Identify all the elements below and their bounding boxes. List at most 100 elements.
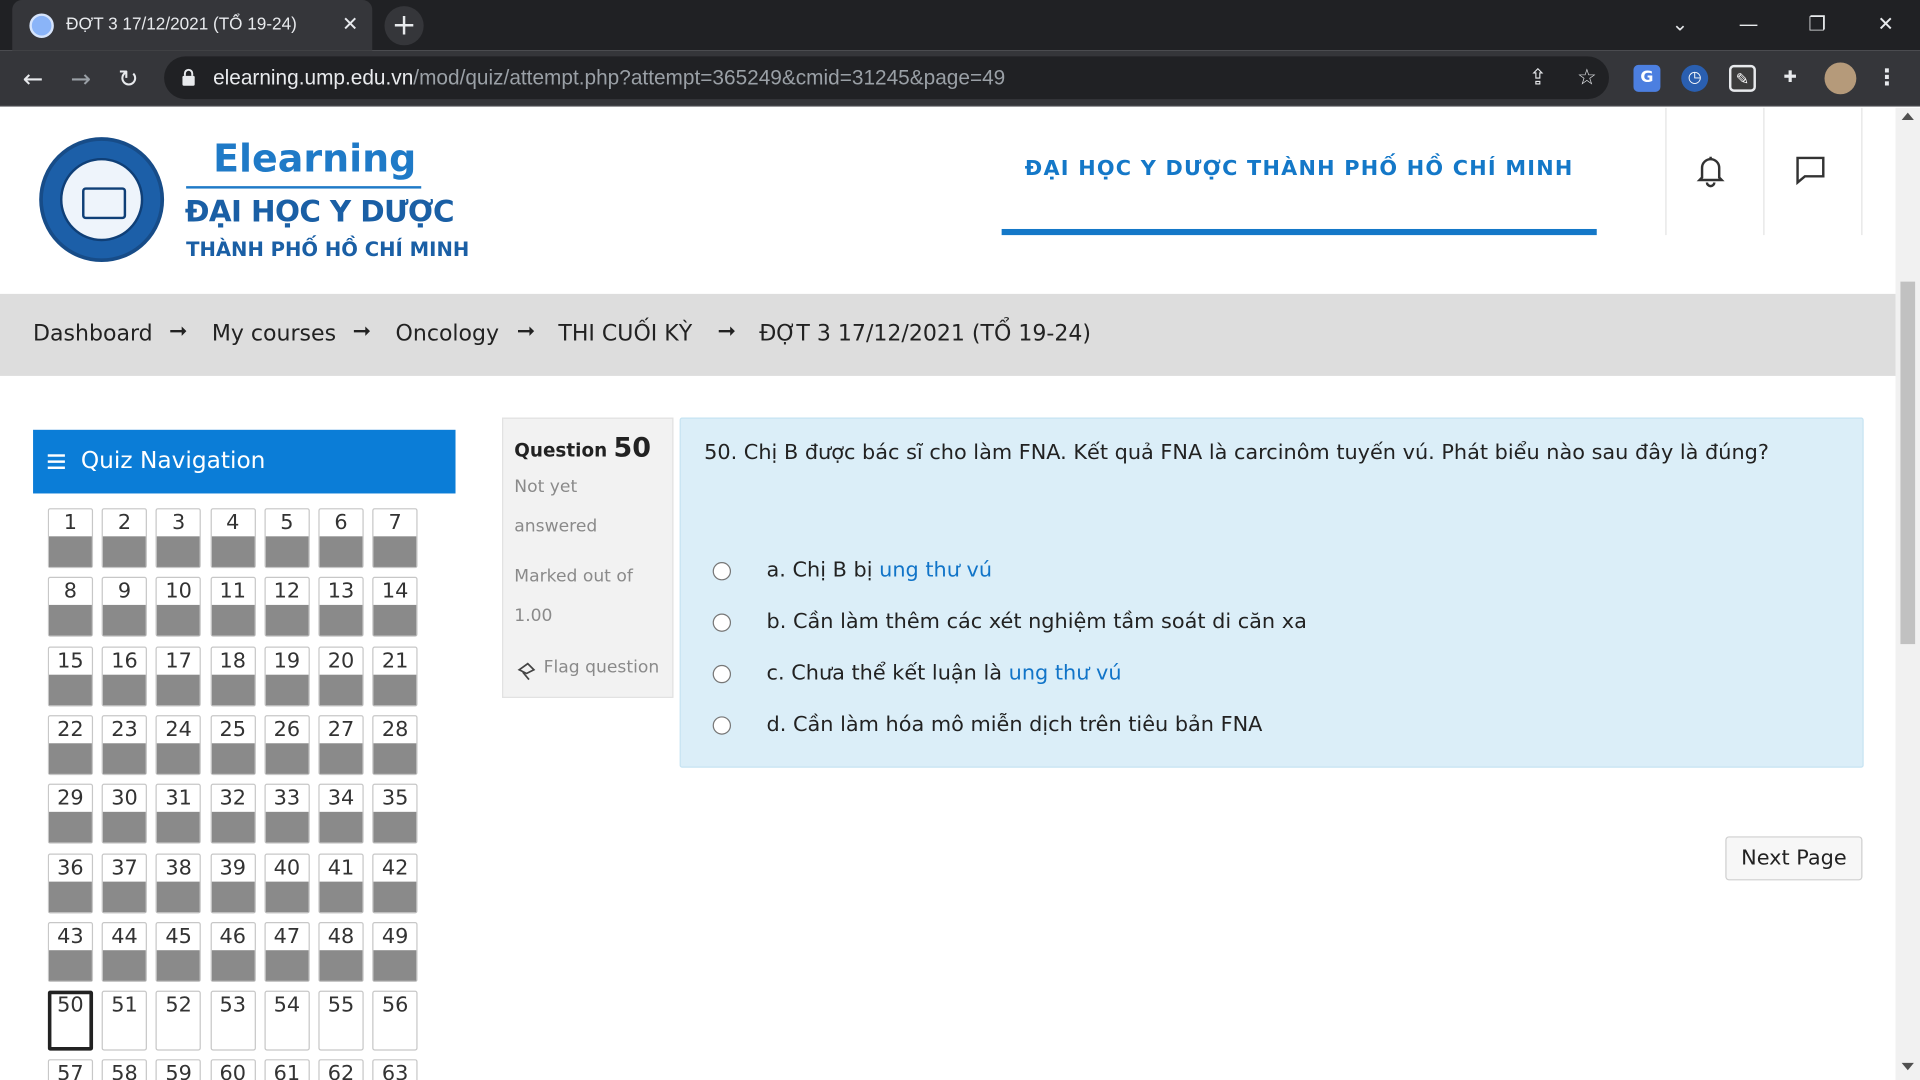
quiz-nav-question-button[interactable]: 9 [101, 577, 148, 638]
breadcrumb-current-quiz[interactable]: ĐỢT 3 17/12/2021 (TỔ 19-24) [759, 321, 1091, 347]
quiz-nav-question-button[interactable]: 8 [47, 577, 94, 638]
quiz-nav-question-button[interactable]: 46 [210, 921, 256, 982]
brand-title[interactable]: Elearning [213, 137, 416, 181]
quiz-nav-question-button[interactable]: 55 [318, 990, 364, 1051]
quiz-nav-question-button[interactable]: 30 [101, 783, 148, 844]
quiz-nav-question-button[interactable]: 44 [101, 921, 148, 982]
breadcrumb-final-exam[interactable]: THI CUỐI KỲ [558, 321, 692, 347]
bookmark-star-icon[interactable]: ☆ [1572, 64, 1601, 93]
quiz-nav-question-button[interactable]: 60 [210, 1059, 256, 1080]
quiz-nav-question-button[interactable]: 62 [318, 1059, 364, 1080]
quiz-nav-question-button[interactable]: 42 [372, 852, 418, 913]
quiz-nav-question-button[interactable]: 50 [47, 990, 94, 1051]
quiz-nav-question-button[interactable]: 58 [101, 1059, 148, 1080]
university-name-tab[interactable]: ĐẠI HỌC Y DƯỢC THÀNH PHỐ HỒ CHÍ MINH [1002, 157, 1597, 181]
answer-label[interactable]: b. Cần làm thêm các xét nghiệm tầm soát … [767, 610, 1307, 634]
scroll-up-icon[interactable] [1901, 112, 1914, 121]
answer-label[interactable]: c. Chưa thể kết luận là ung thư vú [767, 661, 1122, 685]
quiz-nav-question-button[interactable]: 23 [101, 714, 148, 775]
quiz-nav-question-button[interactable]: 22 [47, 714, 94, 775]
glossary-link[interactable]: ung thư vú [1009, 661, 1122, 685]
radio-button[interactable] [712, 562, 732, 581]
tab-search-icon[interactable]: ⌄ [1656, 7, 1705, 41]
quiz-nav-question-button[interactable]: 6 [318, 508, 364, 569]
quiz-nav-question-button[interactable]: 32 [210, 783, 256, 844]
minimize-icon[interactable]: — [1724, 7, 1773, 41]
quiz-nav-question-button[interactable]: 7 [372, 508, 418, 569]
browser-tab[interactable]: ĐỢT 3 17/12/2021 (TỔ 19-24) ✕ [12, 0, 373, 51]
quiz-nav-question-button[interactable]: 57 [47, 1059, 94, 1080]
quiz-nav-question-button[interactable]: 35 [372, 783, 418, 844]
quiz-nav-question-button[interactable]: 14 [372, 577, 418, 638]
scroll-down-icon[interactable] [1901, 1062, 1914, 1071]
quiz-nav-question-button[interactable]: 45 [155, 921, 202, 982]
quiz-nav-question-button[interactable]: 11 [210, 577, 256, 638]
radio-button[interactable] [712, 716, 732, 735]
new-tab-button[interactable]: + [384, 6, 424, 46]
quiz-nav-question-button[interactable]: 20 [318, 646, 364, 707]
quiz-nav-question-button[interactable]: 3 [155, 508, 202, 569]
quiz-nav-question-button[interactable]: 56 [372, 990, 418, 1051]
quiz-nav-question-button[interactable]: 61 [264, 1059, 310, 1080]
quiz-nav-question-button[interactable]: 39 [210, 852, 256, 913]
quiz-nav-question-button[interactable]: 17 [155, 646, 202, 707]
close-tab-icon[interactable]: ✕ [338, 11, 362, 38]
clock-extension-icon[interactable]: ◷ [1681, 64, 1709, 92]
quiz-nav-question-button[interactable]: 34 [318, 783, 364, 844]
page-scrollbar[interactable] [1895, 107, 1920, 1080]
quiz-nav-question-button[interactable]: 36 [47, 852, 94, 913]
quiz-nav-question-button[interactable]: 27 [318, 714, 364, 775]
quiz-nav-question-button[interactable]: 12 [264, 577, 310, 638]
forward-arrow-icon[interactable]: → [62, 60, 99, 97]
messages-icon[interactable] [1791, 152, 1828, 189]
edit-extension-icon[interactable]: ✎ [1728, 64, 1756, 92]
quiz-nav-question-button[interactable]: 16 [101, 646, 148, 707]
restore-icon[interactable]: ❐ [1793, 7, 1842, 41]
quiz-nav-question-button[interactable]: 52 [155, 990, 202, 1051]
quiz-nav-question-button[interactable]: 24 [155, 714, 202, 775]
profile-avatar[interactable] [1824, 62, 1857, 95]
quiz-nav-question-button[interactable]: 18 [210, 646, 256, 707]
address-bar[interactable]: elearning.ump.edu.vn/mod/quiz/attempt.ph… [164, 56, 1609, 100]
scrollbar-thumb[interactable] [1900, 281, 1916, 645]
flag-question-link[interactable]: Flag question [544, 658, 660, 678]
breadcrumb-dashboard[interactable]: Dashboard [33, 321, 153, 347]
quiz-nav-question-button[interactable]: 19 [264, 646, 310, 707]
breadcrumb-my-courses[interactable]: My courses [212, 321, 336, 347]
quiz-nav-question-button[interactable]: 21 [372, 646, 418, 707]
quiz-nav-question-button[interactable]: 29 [47, 783, 94, 844]
quiz-nav-question-button[interactable]: 15 [47, 646, 94, 707]
quiz-nav-question-button[interactable]: 63 [372, 1059, 418, 1080]
university-seal-logo[interactable] [39, 137, 165, 263]
reload-icon[interactable]: ↻ [110, 60, 147, 97]
browser-menu-icon[interactable]: ⋮ [1873, 65, 1900, 92]
quiz-nav-question-button[interactable]: 41 [318, 852, 364, 913]
quiz-nav-question-button[interactable]: 40 [264, 852, 310, 913]
quiz-nav-question-button[interactable]: 51 [101, 990, 148, 1051]
answer-label[interactable]: d. Cần làm hóa mô miễn dịch trên tiêu bả… [767, 713, 1263, 737]
notification-bell-icon[interactable] [1692, 152, 1729, 189]
quiz-nav-question-button[interactable]: 33 [264, 783, 310, 844]
share-icon[interactable]: ⇪ [1523, 64, 1552, 93]
extensions-puzzle-icon[interactable]: ✚ [1777, 65, 1804, 92]
quiz-nav-question-button[interactable]: 28 [372, 714, 418, 775]
quiz-nav-question-button[interactable]: 10 [155, 577, 202, 638]
quiz-nav-question-button[interactable]: 1 [47, 508, 94, 569]
next-page-button[interactable]: Next Page [1725, 836, 1863, 881]
quiz-nav-question-button[interactable]: 47 [264, 921, 310, 982]
quiz-nav-question-button[interactable]: 37 [101, 852, 148, 913]
quiz-nav-question-button[interactable]: 26 [264, 714, 310, 775]
quiz-nav-question-button[interactable]: 49 [372, 921, 418, 982]
quiz-nav-question-button[interactable]: 59 [155, 1059, 202, 1080]
glossary-link[interactable]: ung thư vú [879, 558, 992, 582]
quiz-nav-question-button[interactable]: 25 [210, 714, 256, 775]
back-arrow-icon[interactable]: ← [15, 60, 52, 97]
quiz-nav-question-button[interactable]: 31 [155, 783, 202, 844]
quiz-nav-question-button[interactable]: 38 [155, 852, 202, 913]
quiz-nav-question-button[interactable]: 54 [264, 990, 310, 1051]
quiz-nav-question-button[interactable]: 43 [47, 921, 94, 982]
quiz-navigation-header[interactable]: Quiz Navigation [33, 429, 456, 494]
breadcrumb-oncology[interactable]: Oncology [396, 321, 500, 347]
radio-button[interactable] [712, 613, 732, 632]
url-text[interactable]: elearning.ump.edu.vn/mod/quiz/attempt.ph… [213, 66, 1005, 90]
